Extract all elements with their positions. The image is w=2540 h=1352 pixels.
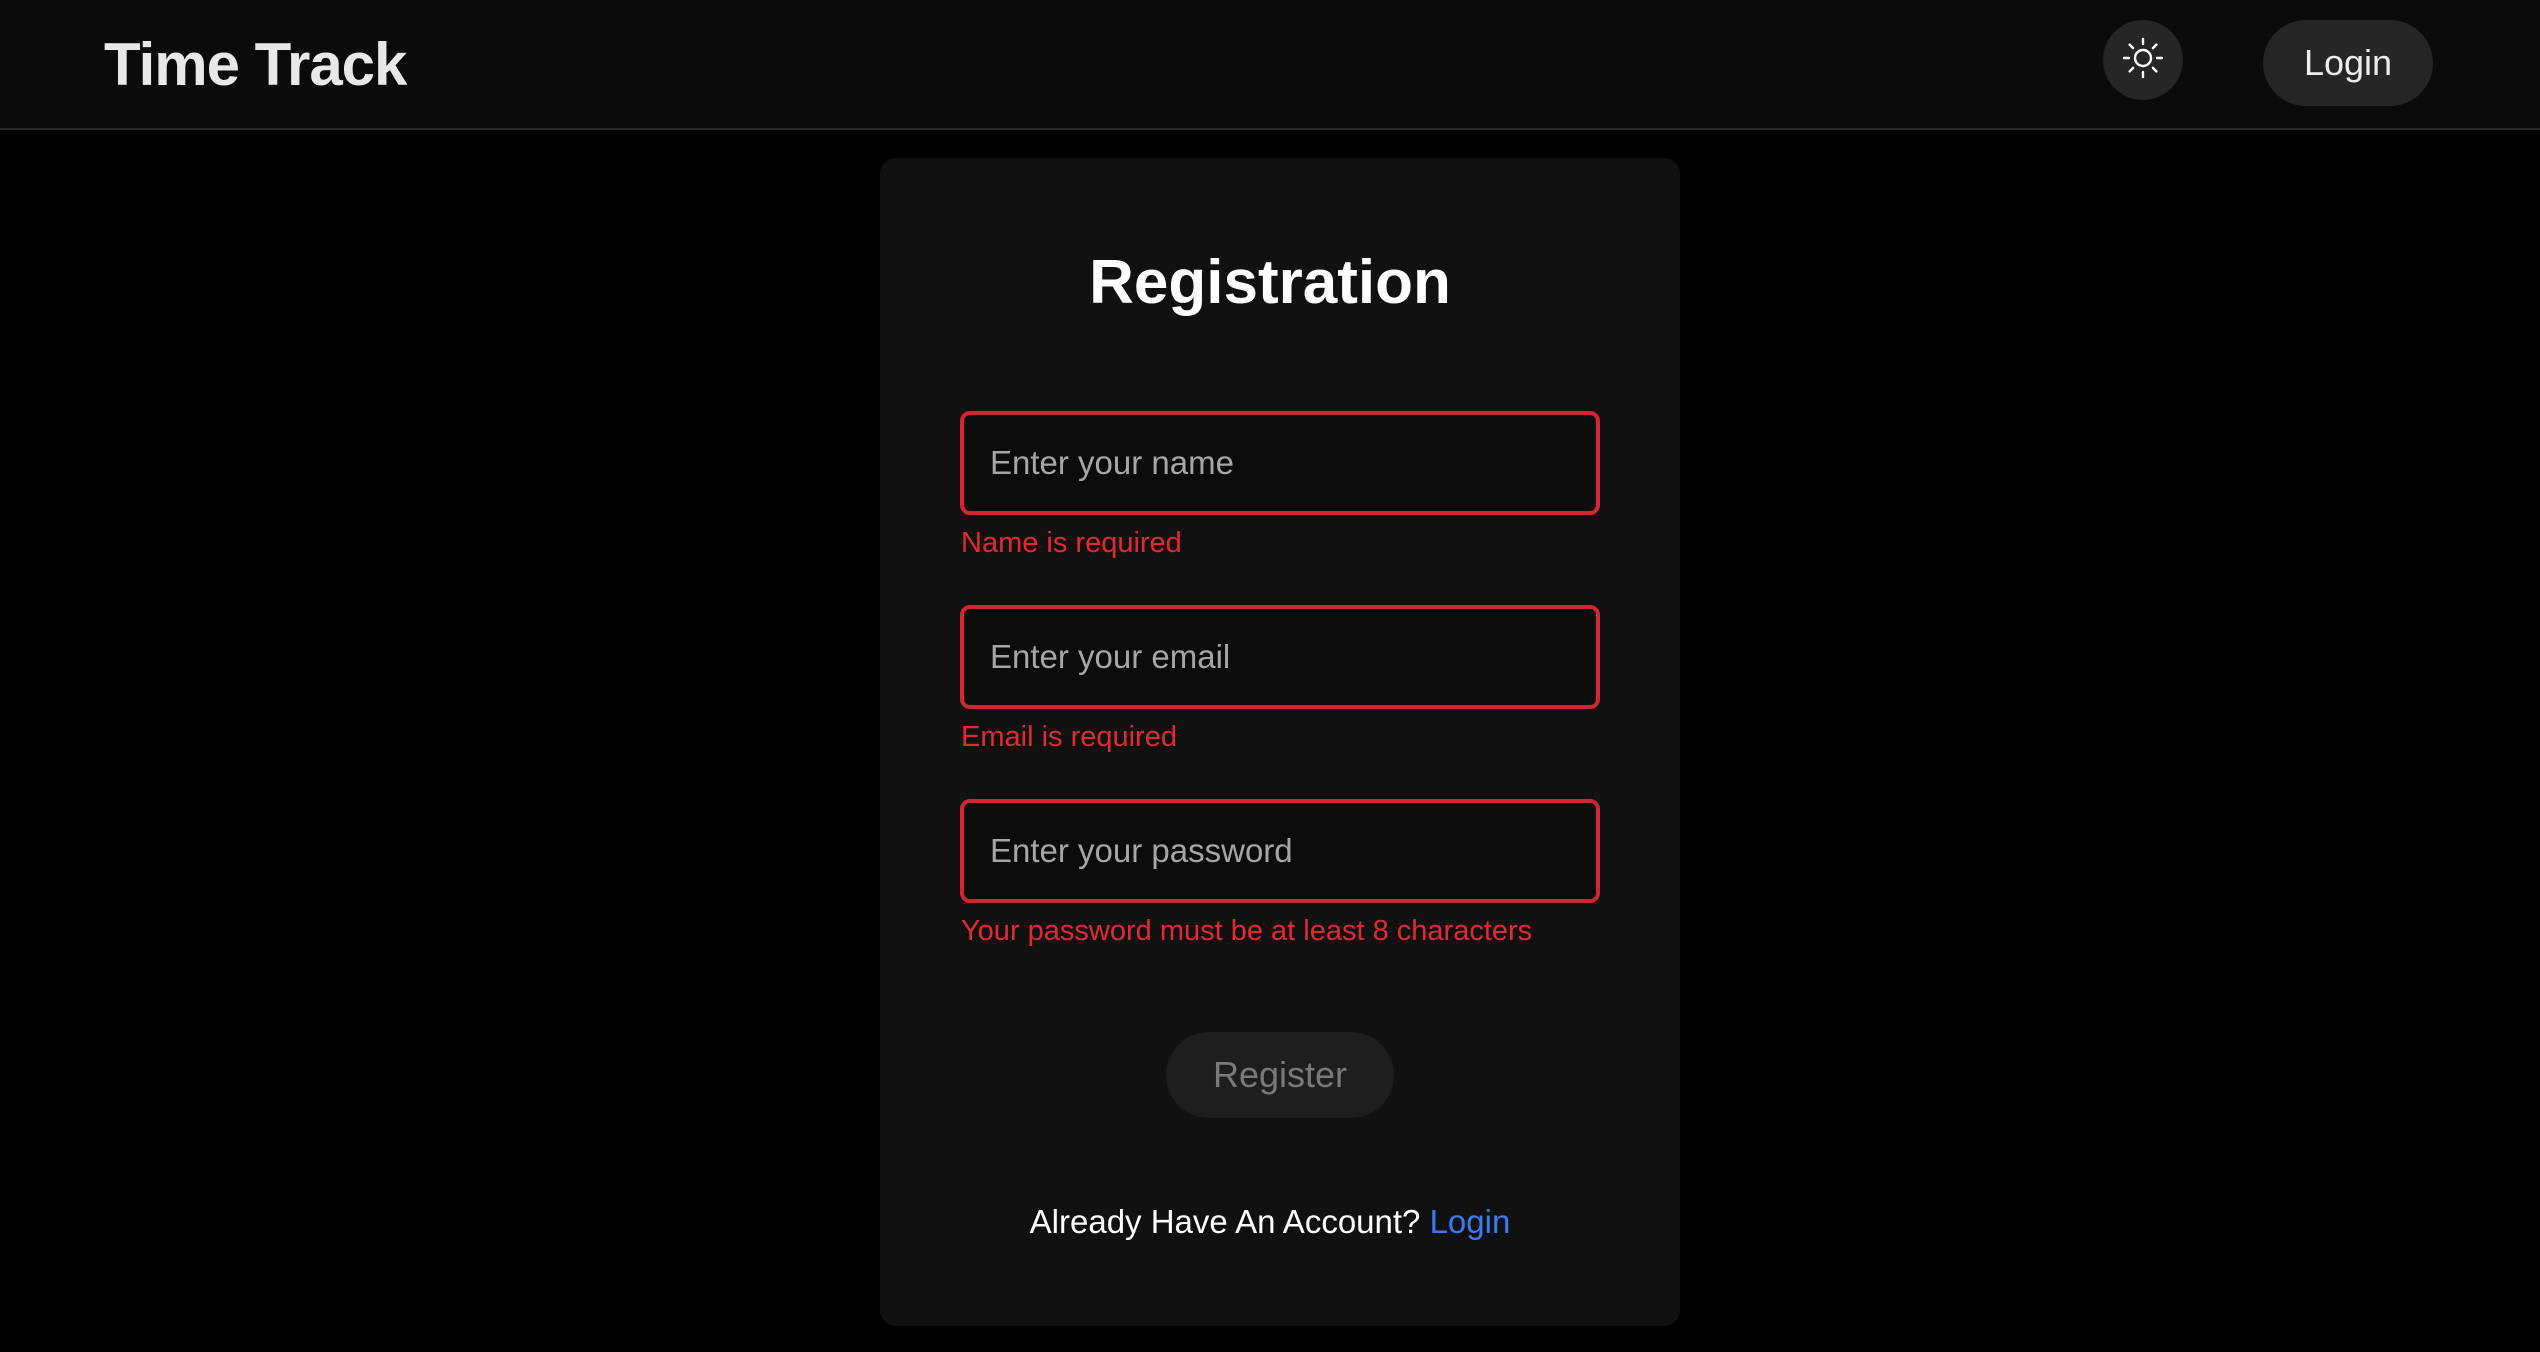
password-input[interactable] [960,799,1600,903]
register-button[interactable]: Register [1166,1032,1394,1118]
name-input[interactable] [960,411,1600,515]
password-error-message: Your password must be at least 8 charact… [961,915,1533,947]
email-error-message: Email is required [961,721,1177,753]
login-link[interactable]: Login [1430,1203,1511,1240]
registration-title: Registration [1089,248,1451,317]
login-prompt: Already Have An Account? Login [0,1200,2540,1244]
email-input[interactable] [960,605,1600,709]
sun-icon [2121,36,2165,85]
brand-logo-text[interactable]: Time Track [104,30,407,100]
login-prompt-text: Already Have An Account? [1029,1203,1421,1240]
top-navbar: Time Track Login [0,0,2540,130]
theme-toggle-button[interactable] [2103,20,2183,100]
nav-login-button[interactable]: Login [2263,20,2433,106]
name-error-message: Name is required [961,527,1182,559]
